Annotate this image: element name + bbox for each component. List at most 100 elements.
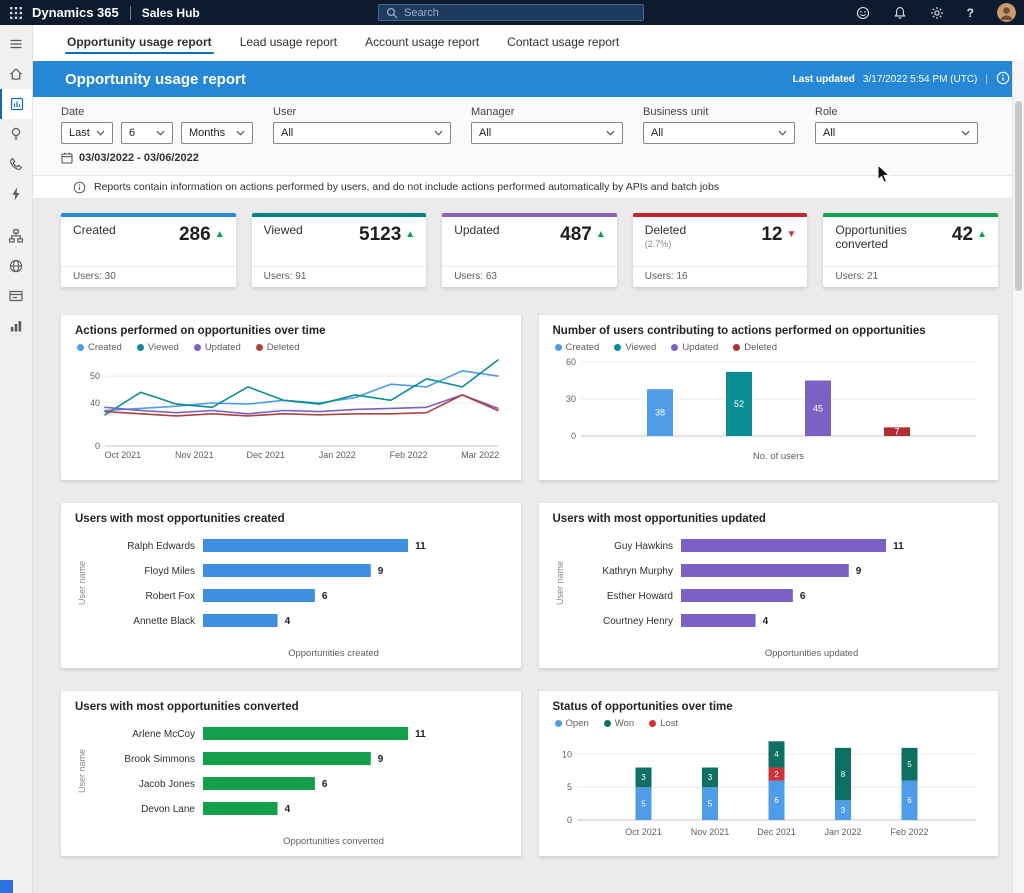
svg-text:6: 6 — [322, 779, 328, 790]
chart-card-status-of-opportunities-over-time: Status of opportunities over timeOpenWon… — [539, 691, 999, 856]
filter-select-business-unit-0[interactable]: All — [643, 122, 795, 144]
legend-dot — [649, 720, 656, 727]
legend-item-lost[interactable]: Lost — [649, 718, 678, 729]
info-banner: Reports contain information on actions p… — [33, 175, 1024, 199]
legend-label: Updated — [682, 342, 718, 353]
legend-dot — [137, 344, 144, 351]
kpi-card-updated[interactable]: Updated487▲Users: 63 — [442, 213, 617, 287]
legend-dot — [555, 344, 562, 351]
svg-text:4: 4 — [774, 750, 779, 759]
help-icon[interactable]: ? — [967, 6, 974, 20]
sidebar-item-home[interactable] — [0, 59, 32, 89]
kpi-value: 286 — [179, 224, 211, 246]
settings-gear-icon[interactable] — [930, 6, 944, 20]
sidebar-item-org-chart[interactable] — [0, 221, 32, 251]
filter-select-date-1[interactable]: 6 — [121, 122, 173, 144]
legend-item-open[interactable]: Open — [555, 718, 589, 729]
chart-plot: 030603852457No. of users — [553, 354, 984, 462]
chart-plot: 051053Oct 202153Nov 2021624Dec 202138Jan… — [553, 730, 984, 838]
filter-group-user: UserAll — [273, 106, 451, 144]
legend-item-deleted[interactable]: Deleted — [733, 342, 777, 353]
area-title[interactable]: Sales Hub — [142, 6, 200, 20]
filter-select-value: All — [479, 127, 491, 139]
search-input[interactable]: Search — [378, 4, 644, 21]
notifications-bell-icon[interactable] — [893, 6, 907, 20]
legend-item-viewed[interactable]: Viewed — [614, 342, 656, 353]
kpi-card-deleted[interactable]: Deleted(2.7%)12▼Users: 16 — [633, 213, 808, 287]
filter-select-value: 6 — [129, 127, 135, 139]
svg-text:5: 5 — [907, 760, 912, 769]
svg-text:Dec 2021: Dec 2021 — [757, 827, 796, 837]
svg-text:Oct 2021: Oct 2021 — [625, 827, 662, 837]
chart-legend: Created Viewed Updated Deleted — [77, 342, 507, 353]
app-title[interactable]: Dynamics 365 — [32, 5, 119, 20]
filter-select-date-2[interactable]: Months — [181, 122, 253, 144]
legend-dot — [194, 344, 201, 351]
kpi-label: Created — [73, 224, 116, 238]
filter-select-role-0[interactable]: All — [815, 122, 978, 144]
sidebar-item-analytics[interactable] — [0, 311, 32, 341]
kpi-card-opportunities-converted[interactable]: Opportunities converted42▲Users: 21 — [823, 213, 998, 287]
filter-select-user-0[interactable]: All — [273, 122, 451, 144]
vertical-scrollbar[interactable] — [1012, 61, 1024, 893]
legend-item-deleted[interactable]: Deleted — [256, 342, 300, 353]
chart-plot: Guy Hawkins11Kathryn Murphy9Esther Howar… — [553, 531, 984, 659]
svg-text:3: 3 — [707, 773, 712, 782]
kpi-row: Created286▲Users: 30Viewed5123▲Users: 91… — [61, 213, 998, 287]
waffle-grid-icon — [10, 7, 22, 19]
app-launcher-icon[interactable] — [0, 7, 32, 19]
chart-title: Number of users contributing to actions … — [553, 325, 985, 337]
legend-label: Created — [566, 342, 600, 353]
hamburger-menu-icon — [8, 36, 24, 52]
chart-title: Users with most opportunities converted — [75, 701, 507, 713]
kpi-card-created[interactable]: Created286▲Users: 30 — [61, 213, 236, 287]
trend-down-icon: ▼ — [786, 230, 796, 240]
svg-text:9: 9 — [378, 754, 384, 765]
user-avatar[interactable] — [997, 3, 1016, 22]
chart-card-users-with-most-opportunities-created: Users with most opportunities createdRal… — [61, 503, 521, 668]
info-icon[interactable] — [996, 71, 1010, 88]
svg-text:0: 0 — [570, 431, 575, 441]
last-updated-value: 3/17/2022 5:54 PM (UTC) — [863, 74, 978, 85]
chart-plot: 04050Oct 2021Nov 2021Dec 2021Jan 2022Feb… — [75, 354, 506, 462]
sidebar-item-menu[interactable] — [0, 29, 32, 59]
tab-account-usage-report[interactable]: Account usage report — [363, 25, 481, 61]
reports-icon — [9, 96, 25, 112]
legend-label: Won — [615, 718, 634, 729]
tab-contact-usage-report[interactable]: Contact usage report — [505, 25, 621, 61]
svg-text:0: 0 — [566, 815, 571, 825]
sidebar-item-territories[interactable] — [0, 251, 32, 281]
legend-item-viewed[interactable]: Viewed — [137, 342, 179, 353]
feedback-smiley-icon[interactable] — [856, 6, 870, 20]
sidebar-item-reports[interactable] — [0, 89, 32, 119]
svg-text:45: 45 — [812, 403, 822, 413]
svg-text:6: 6 — [907, 796, 912, 805]
chart-card-users-with-most-opportunities-converted: Users with most opportunities convertedA… — [61, 691, 521, 856]
legend-item-created[interactable]: Created — [77, 342, 122, 353]
kpi-value: 12 — [761, 224, 782, 246]
tab-opportunity-usage-report[interactable]: Opportunity usage report — [65, 25, 214, 61]
sidebar-item-quick-actions[interactable] — [0, 179, 32, 209]
sidebar-item-insights[interactable] — [0, 119, 32, 149]
home-icon — [8, 66, 24, 82]
sidebar-item-cards[interactable] — [0, 281, 32, 311]
svg-text:9: 9 — [378, 566, 384, 577]
kpi-label: Deleted(2.7%) — [645, 224, 686, 249]
scrollbar-thumb[interactable] — [1015, 101, 1022, 291]
svg-text:Nov 2021: Nov 2021 — [690, 827, 729, 837]
sidebar-item-calls[interactable] — [0, 149, 32, 179]
filter-select-date-0[interactable]: Last — [61, 122, 113, 144]
legend-item-updated[interactable]: Updated — [671, 342, 718, 353]
kpi-value: 5123 — [359, 224, 401, 246]
chart-card-users-with-most-opportunities-updated: Users with most opportunities updatedGuy… — [539, 503, 999, 668]
filter-select-manager-0[interactable]: All — [471, 122, 623, 144]
filter-group-manager: ManagerAll — [471, 106, 623, 144]
svg-text:4: 4 — [285, 616, 291, 627]
legend-item-created[interactable]: Created — [555, 342, 600, 353]
tab-lead-usage-report[interactable]: Lead usage report — [238, 25, 339, 61]
legend-item-updated[interactable]: Updated — [194, 342, 241, 353]
chart-card-number-of-users-contributing-to-actions-performed-on-opportunities: Number of users contributing to actions … — [539, 315, 999, 480]
svg-text:5: 5 — [566, 782, 571, 792]
legend-item-won[interactable]: Won — [604, 718, 634, 729]
kpi-card-viewed[interactable]: Viewed5123▲Users: 91 — [252, 213, 427, 287]
